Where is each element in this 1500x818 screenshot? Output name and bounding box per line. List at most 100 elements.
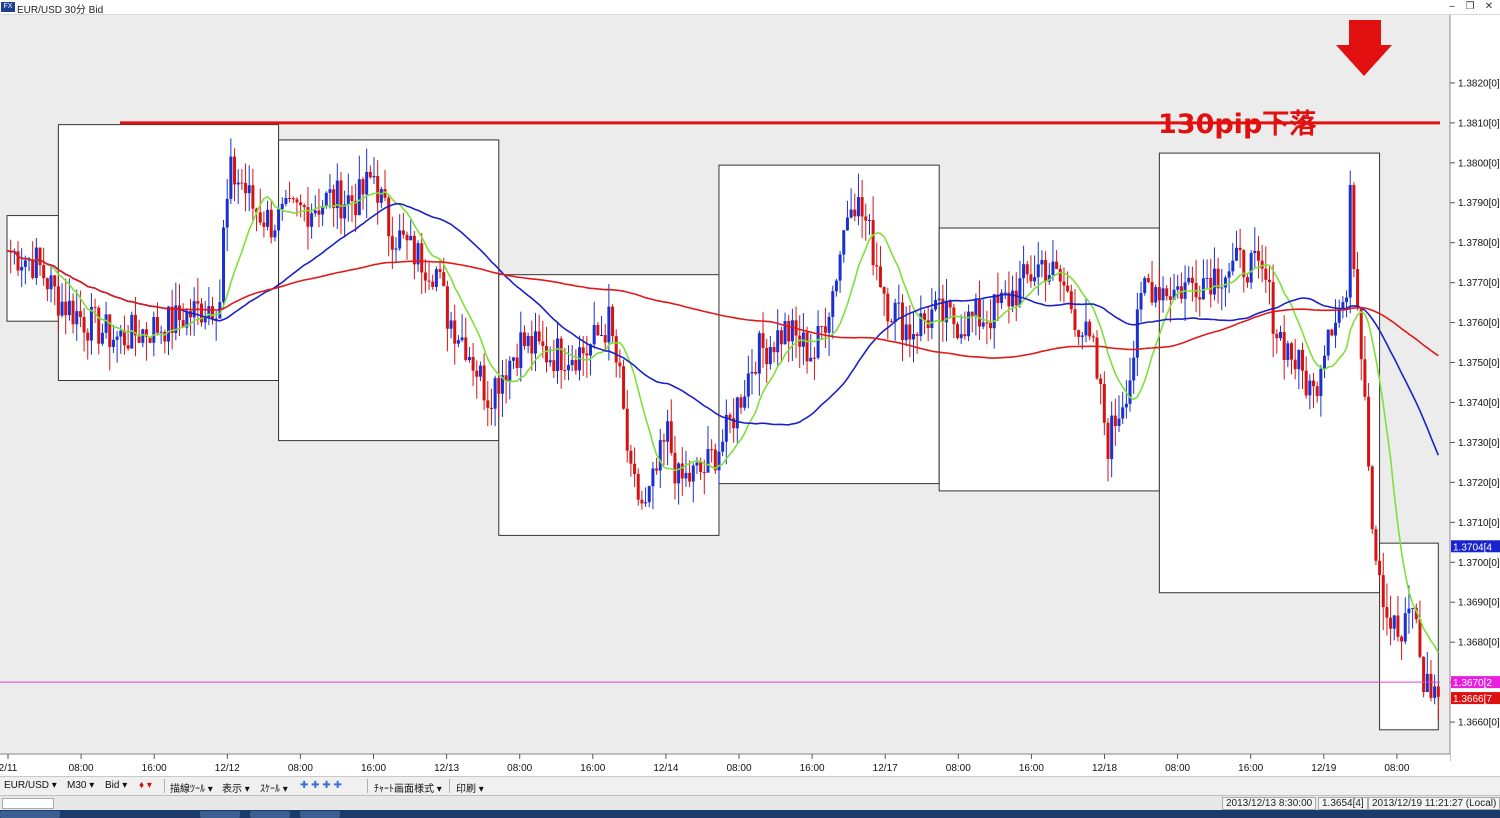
- candle-body: [875, 265, 879, 267]
- minimize-icon[interactable]: –: [1445, 1, 1459, 12]
- status-clock: 2013/12/19 11:21:27 (Local): [1368, 797, 1500, 810]
- range-box: [1158, 152, 1381, 594]
- print-menu[interactable]: 印刷 ▾: [456, 780, 484, 795]
- candle-body: [978, 300, 982, 327]
- candle-body: [273, 230, 277, 238]
- candle-body: [1403, 613, 1407, 642]
- x-tick-label: 08:00: [1384, 763, 1409, 774]
- candle-body: [313, 210, 317, 214]
- candle-body: [328, 189, 332, 193]
- candle: [1143, 276, 1147, 296]
- zoom-buttons[interactable]: ✚ ✚ ✚ ✚: [300, 780, 342, 791]
- candle-body: [710, 449, 714, 451]
- candle-body: [1040, 259, 1044, 265]
- candle-body: [67, 300, 71, 316]
- candle-body: [1341, 302, 1345, 309]
- x-tick-label: 16:00: [800, 763, 825, 774]
- candle-body: [893, 302, 897, 323]
- candle-body: [1297, 349, 1301, 370]
- scale-menu[interactable]: ｽｹｰﾙ ▾: [260, 780, 288, 795]
- candle-body: [229, 156, 233, 199]
- close-icon[interactable]: ✕: [1482, 1, 1496, 12]
- x-tick-label: 12/12: [215, 763, 240, 774]
- candle-body: [508, 360, 512, 382]
- y-tick-label: 1.3690[0]: [1458, 598, 1500, 609]
- candle-body: [644, 502, 648, 504]
- candle-body: [776, 330, 780, 353]
- restore-icon[interactable]: ❐: [1463, 1, 1477, 12]
- y-tick-label: 1.3760[0]: [1458, 318, 1500, 329]
- symbol-dropdown[interactable]: EUR/USD ▾: [4, 780, 57, 791]
- candle-body: [141, 329, 145, 343]
- drawing-tools-menu[interactable]: 描線ﾂｰﾙ ▾: [170, 780, 213, 795]
- taskbar-item[interactable]: [200, 811, 240, 818]
- candle-body: [886, 293, 890, 322]
- candle-body: [1436, 686, 1440, 697]
- taskbar-item[interactable]: [300, 811, 340, 818]
- candle-body: [1209, 277, 1213, 295]
- candle-body: [1286, 343, 1290, 361]
- candle-body: [56, 286, 60, 316]
- candle-body: [963, 334, 967, 337]
- candle-body: [721, 441, 725, 452]
- candle-body: [680, 463, 684, 479]
- candle-body: [280, 203, 284, 210]
- candle-body: [1392, 615, 1396, 629]
- candle-body: [284, 198, 288, 204]
- candle: [1374, 525, 1378, 566]
- candle-body: [1058, 268, 1062, 282]
- candle-body: [1308, 380, 1312, 396]
- candle-body: [53, 275, 57, 287]
- candle-body: [405, 234, 409, 241]
- candle-body: [860, 197, 864, 217]
- horizontal-scrollbar[interactable]: [2, 798, 54, 809]
- candle-body: [1066, 285, 1070, 292]
- candle-body: [1400, 636, 1404, 642]
- candle-body: [1110, 415, 1114, 459]
- start-button[interactable]: [0, 811, 60, 818]
- x-tick-label: 16:00: [580, 763, 605, 774]
- range-box: [278, 139, 500, 442]
- candle-body: [1319, 368, 1323, 396]
- candle-body: [1304, 370, 1308, 396]
- candle-body: [1253, 250, 1257, 254]
- candle-body: [200, 303, 204, 323]
- candle-body: [497, 377, 501, 394]
- price-type-dropdown[interactable]: Bid ▾: [105, 780, 127, 791]
- chart-style-menu[interactable]: ﾁｬｰﾄ画面様式 ▾: [374, 780, 442, 795]
- candle-body: [647, 486, 651, 503]
- candle-body: [519, 332, 523, 368]
- candle-body: [1102, 383, 1106, 423]
- candle-body: [633, 463, 637, 474]
- candle-body: [809, 357, 813, 362]
- candle-body: [122, 330, 126, 346]
- display-menu[interactable]: 表示 ▾: [222, 780, 250, 795]
- candle-body: [155, 317, 159, 333]
- y-tick-label: 1.3750[0]: [1458, 358, 1500, 369]
- candle: [222, 219, 226, 310]
- candle-body: [522, 332, 526, 346]
- candle: [1330, 328, 1334, 337]
- timeframe-dropdown[interactable]: M30 ▾: [67, 780, 94, 791]
- candle-body: [757, 333, 761, 374]
- candle-body: [622, 366, 626, 409]
- candle-body: [765, 347, 769, 365]
- candle-body: [357, 179, 361, 216]
- color-dropdown[interactable]: ♦ ▾: [139, 780, 152, 791]
- candle-body: [266, 209, 270, 227]
- window-title: EUR/USD 30分 Bid: [17, 5, 104, 16]
- candle-body: [743, 396, 747, 408]
- candle-body: [1359, 308, 1363, 360]
- candle-body: [695, 462, 699, 466]
- candle-body: [772, 346, 776, 353]
- candle-body: [445, 286, 449, 329]
- candle-body: [1326, 329, 1330, 356]
- candle-body: [82, 317, 86, 333]
- candle-body: [324, 192, 328, 206]
- taskbar-item[interactable]: [250, 811, 290, 818]
- candle-body: [482, 365, 486, 401]
- candle-body: [126, 345, 130, 349]
- price-chart[interactable]: 1.3820[0] 1.3810[0] 1.3800[0] 1.3790[0] 1.37…: [0, 15, 1500, 776]
- candle-body: [1345, 297, 1349, 303]
- candle-body: [871, 220, 875, 266]
